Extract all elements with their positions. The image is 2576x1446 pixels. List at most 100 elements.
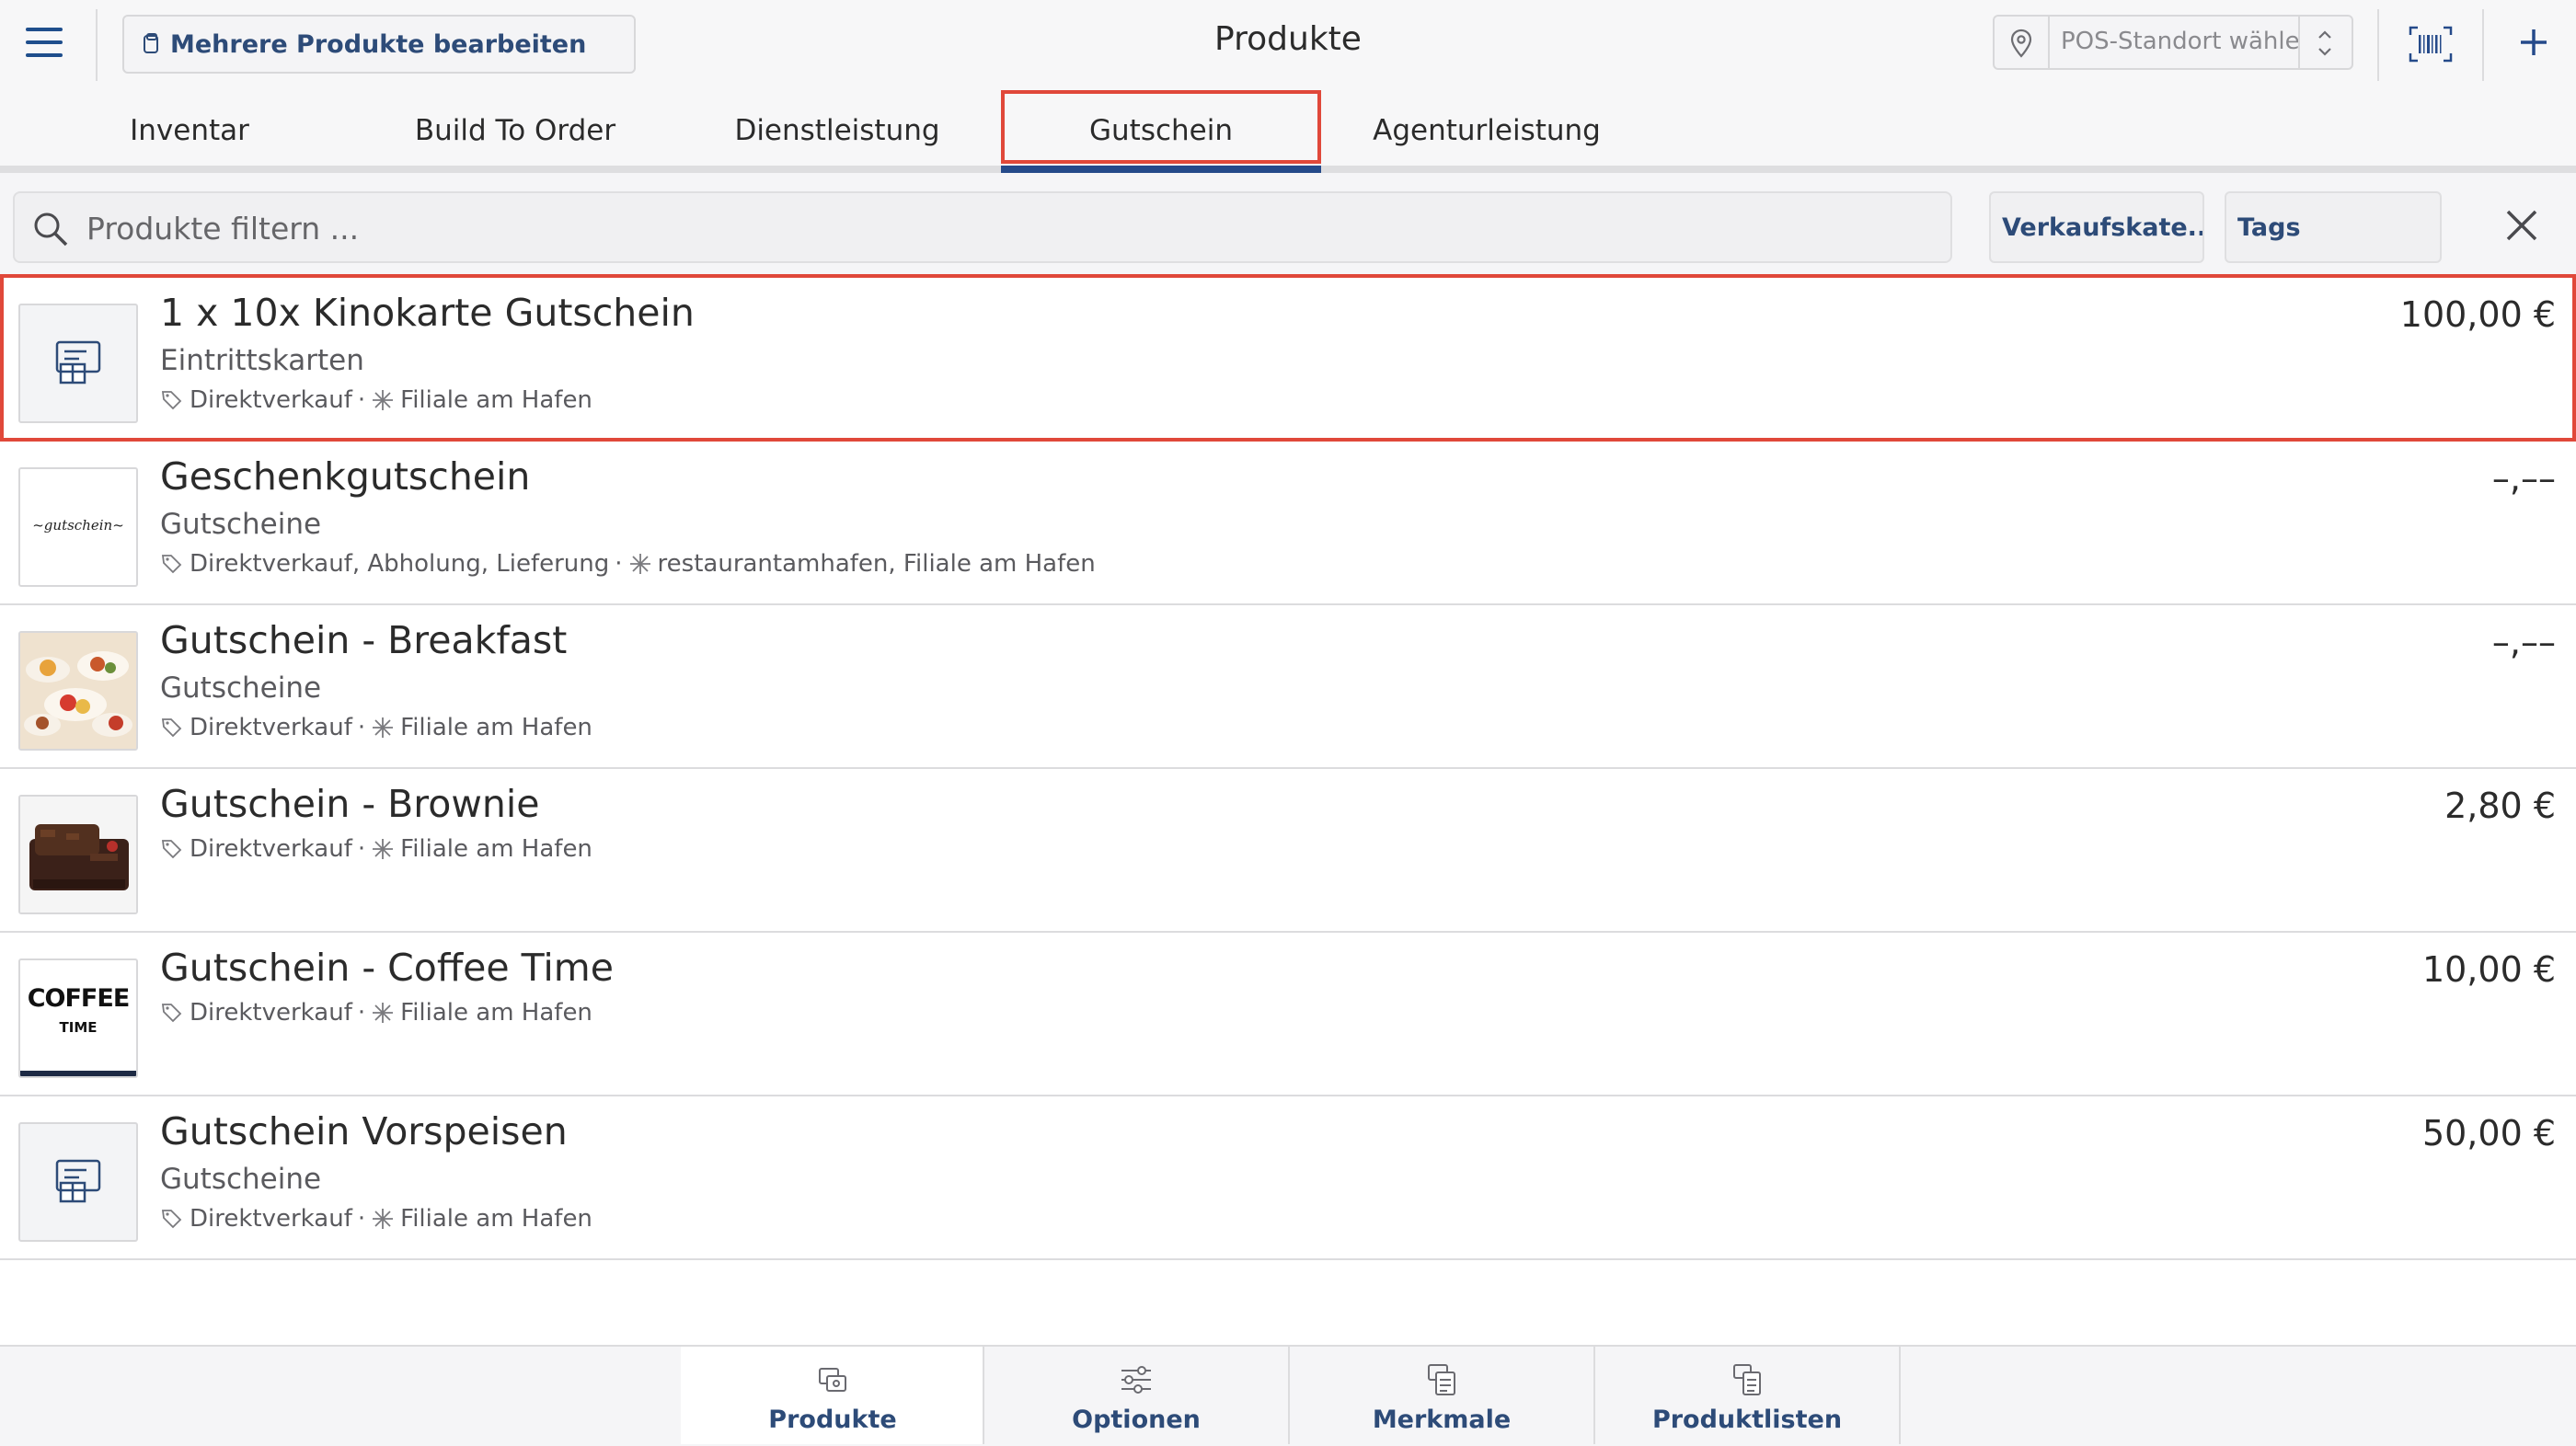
separator-dot: · xyxy=(615,550,623,578)
product-channels: Direktverkauf xyxy=(190,835,352,863)
voucher-placeholder-icon xyxy=(55,1159,101,1203)
sales-category-filter-button[interactable]: Verkaufskate... xyxy=(1989,191,2204,263)
product-lists-icon xyxy=(1733,1364,1761,1395)
product-thumbnail: COFFEE TIME xyxy=(18,958,138,1078)
product-row[interactable]: ~gutschein~ Geschenkgutschein Gutscheine… xyxy=(0,442,2576,605)
product-row[interactable]: COFFEE TIME Gutschein - Coffee Time Dire… xyxy=(0,933,2576,1096)
product-thumbnail xyxy=(18,631,138,751)
product-name: 1 x 10x Kinokarte Gutschein xyxy=(160,291,695,335)
product-row[interactable]: Gutschein - Brownie Direktverkauf · Fili… xyxy=(0,769,2576,933)
hamburger-icon xyxy=(26,28,63,31)
product-category: Gutscheine xyxy=(160,671,322,705)
product-thumbnail xyxy=(18,795,138,914)
tag-icon xyxy=(161,391,182,410)
product-price: –,–– xyxy=(2491,622,2556,662)
product-meta: Direktverkauf · Filiale am Hafen xyxy=(160,835,592,863)
product-channels: Direktverkauf, Abholung, Lieferung xyxy=(190,550,610,578)
store-icon xyxy=(373,1003,394,1023)
multi-edit-label: Mehrere Produkte bearbeiten xyxy=(170,29,587,59)
product-row[interactable]: Gutschein - Breakfast Gutscheine Direktv… xyxy=(0,605,2576,769)
gutschein-script-image: ~gutschein~ xyxy=(32,517,124,534)
tag-icon xyxy=(161,1210,182,1229)
multi-edit-button[interactable]: Mehrere Produkte bearbeiten xyxy=(122,15,636,74)
add-product-icon[interactable] xyxy=(2510,18,2558,66)
tag-icon xyxy=(161,1004,182,1023)
product-row[interactable]: 1 x 10x Kinokarte Gutschein Eintrittskar… xyxy=(0,278,2576,442)
bottom-nav-merkmale[interactable]: Merkmale xyxy=(1290,1347,1593,1444)
product-locations: Filiale am Hafen xyxy=(400,1205,592,1233)
product-price: –,–– xyxy=(2491,458,2556,499)
bottom-nav-label: Produkte xyxy=(768,1406,897,1434)
product-name: Gutschein - Breakfast xyxy=(160,618,568,662)
product-price: 10,00 € xyxy=(2421,949,2556,990)
products-icon xyxy=(144,33,158,53)
chevron-updown-icon xyxy=(2318,30,2331,56)
product-thumbnail xyxy=(18,1122,138,1242)
search-field[interactable] xyxy=(13,191,1952,263)
divider xyxy=(96,9,98,81)
tab-dienstleistung[interactable]: Dienstleistung xyxy=(708,90,966,171)
coffee-time-logo: COFFEE xyxy=(27,984,131,1013)
separator-dot: · xyxy=(357,714,366,741)
product-meta: Direktverkauf · Filiale am Hafen xyxy=(160,386,592,414)
menu-button[interactable] xyxy=(17,22,72,64)
product-locations: Filiale am Hafen xyxy=(400,999,592,1027)
product-channels: Direktverkauf xyxy=(190,1205,352,1233)
hamburger-icon-line xyxy=(26,40,63,44)
search-input[interactable] xyxy=(85,202,1910,254)
product-name: Gutschein - Coffee Time xyxy=(160,946,614,990)
divider xyxy=(1899,1347,1901,1444)
store-icon xyxy=(629,554,650,574)
divider xyxy=(2377,9,2379,81)
tag-icon xyxy=(161,718,182,738)
product-meta: Direktverkauf · Filiale am Hafen xyxy=(160,999,592,1027)
product-meta: Direktverkauf · Filiale am Hafen xyxy=(160,714,592,741)
product-meta: Direktverkauf, Abholung, Lieferung · res… xyxy=(160,550,1096,578)
tab-agenturleistung[interactable]: Agenturleistung xyxy=(1349,90,1625,171)
product-name: Gutschein - Brownie xyxy=(160,782,540,826)
product-locations: restaurantamhafen, Filiale am Hafen xyxy=(657,550,1096,578)
product-channels: Direktverkauf xyxy=(190,386,352,414)
divider xyxy=(2482,9,2484,81)
store-icon xyxy=(373,1209,394,1229)
product-channels: Direktverkauf xyxy=(190,999,352,1027)
barcode-scan-icon[interactable] xyxy=(2407,24,2455,64)
product-locations: Filiale am Hafen xyxy=(400,386,592,414)
location-select[interactable]: POS-Standort wählen... xyxy=(1993,15,2353,70)
tags-filter-button[interactable]: Tags xyxy=(2225,191,2442,263)
product-row[interactable]: Gutschein Vorspeisen Gutscheine Direktve… xyxy=(0,1096,2576,1260)
thumb-strip xyxy=(20,1071,136,1076)
tab-inventar[interactable]: Inventar xyxy=(92,90,287,171)
product-category: Gutscheine xyxy=(160,508,322,541)
product-price: 100,00 € xyxy=(2399,294,2556,335)
divider xyxy=(2048,17,2050,68)
bottom-nav-produkte[interactable]: Produkte xyxy=(681,1347,984,1444)
page-title: Produkte xyxy=(1214,20,1362,58)
products-icon xyxy=(819,1368,846,1392)
product-channels: Direktverkauf xyxy=(190,714,352,741)
product-category: Eintrittskarten xyxy=(160,344,364,377)
attributes-icon xyxy=(1428,1364,1455,1395)
separator-dot: · xyxy=(357,386,366,414)
location-pin-icon xyxy=(2010,29,2032,58)
search-icon xyxy=(34,212,68,247)
product-name: Gutschein Vorspeisen xyxy=(160,1109,568,1153)
divider xyxy=(2298,17,2300,68)
separator-dot: · xyxy=(357,999,366,1027)
tag-icon xyxy=(161,840,182,859)
bottom-nav-label: Produktlisten xyxy=(1651,1406,1843,1434)
tag-icon xyxy=(161,555,182,574)
voucher-placeholder-icon xyxy=(55,340,101,384)
tab-gutschein[interactable]: Gutschein xyxy=(1001,90,1321,173)
bottom-nav-label: Optionen xyxy=(1072,1406,1201,1434)
tab-build-to-order[interactable]: Build To Order xyxy=(386,90,644,171)
hamburger-icon-line xyxy=(26,53,63,57)
product-meta: Direktverkauf · Filiale am Hafen xyxy=(160,1205,592,1233)
store-icon xyxy=(373,390,394,410)
sliders-icon xyxy=(1121,1366,1151,1394)
close-icon[interactable] xyxy=(2501,204,2543,247)
bottom-nav-produktlisten[interactable]: Produktlisten xyxy=(1595,1347,1899,1444)
bottom-nav-label: Merkmale xyxy=(1372,1406,1512,1434)
bottom-nav-optionen[interactable]: Optionen xyxy=(984,1347,1288,1444)
coffee-time-logo-sub: TIME xyxy=(59,1019,98,1036)
